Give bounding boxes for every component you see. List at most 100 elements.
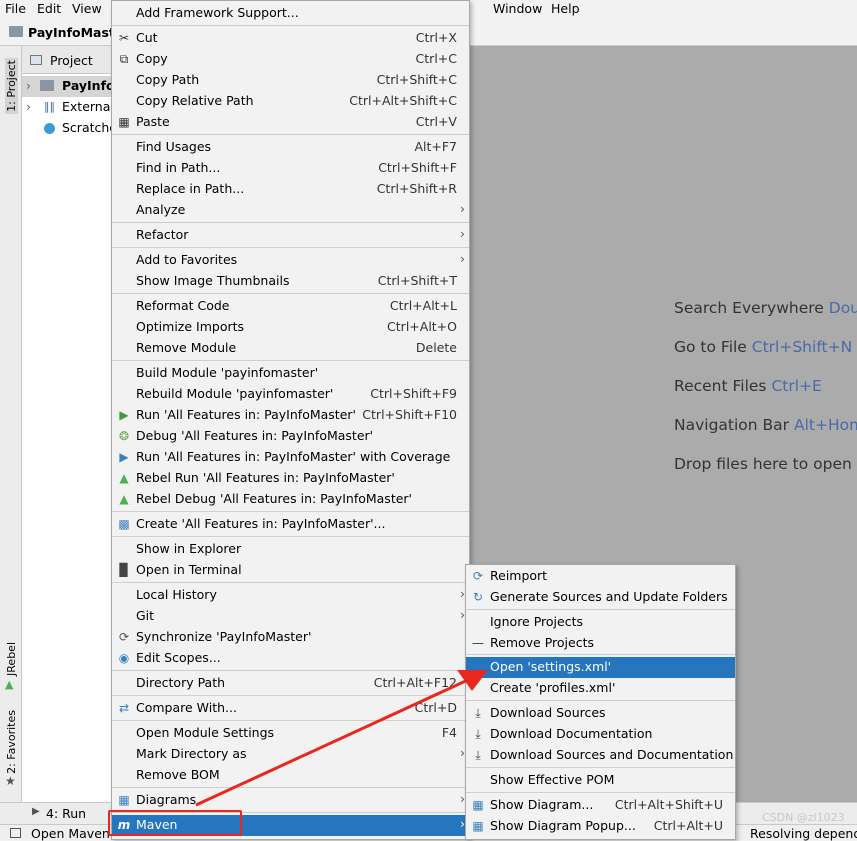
menu-item-shortcut: Ctrl+V xyxy=(415,114,457,129)
menu-item-directory-path[interactable]: Directory Path Ctrl+Alt+F12 xyxy=(112,673,469,694)
menu-item-remove-projects[interactable]: — Remove Projects xyxy=(466,633,735,654)
tab-project[interactable]: 1: Project xyxy=(5,58,18,114)
menu-item-create-all-features-in-payinfomaster[interactable]: ▩ Create 'All Features in: PayInfoMaster'… xyxy=(112,514,469,535)
download-icon: ⤓ xyxy=(475,748,481,762)
status-toggle-icon[interactable] xyxy=(10,828,21,838)
menu-item-shortcut: Ctrl+Alt+Shift+C xyxy=(349,93,457,108)
menu-item-download-sources-and-documentation[interactable]: ⤓ Download Sources and Documentation xyxy=(466,745,735,766)
status-message: Open Maven xyxy=(31,826,110,841)
menu-item-label: Add Framework Support... xyxy=(136,5,299,20)
menu-item-show-diagram-popup[interactable]: ▦ Show Diagram Popup... Ctrl+Alt+U xyxy=(466,816,735,837)
submenu-arrow-icon: › xyxy=(460,201,465,216)
compare-icon: ⇄ xyxy=(118,701,130,715)
tree-item-scratches[interactable]: Scratches and Consoles xyxy=(22,118,112,139)
menu-item-paste[interactable]: ▦ Paste Ctrl+V xyxy=(112,112,469,133)
menu-item-rebel-debug-all-features-in-payinfomaster[interactable]: ▲ Rebel Debug 'All Features in: PayInfoMa… xyxy=(112,489,469,510)
menu-item-shortcut: Ctrl+Shift+F9 xyxy=(370,386,457,401)
menu-item-find-usages[interactable]: Find Usages Alt+F7 xyxy=(112,137,469,158)
menu-item-git[interactable]: Git › xyxy=(112,606,469,627)
menu-item-label: Add to Favorites xyxy=(136,252,238,267)
menu-item-generate-sources-and-update-folders[interactable]: ↻ Generate Sources and Update Folders xyxy=(466,587,735,608)
menu-separator xyxy=(466,792,735,793)
menu-item-open-module-settings[interactable]: Open Module Settings F4 xyxy=(112,723,469,744)
menu-item-label: Rebel Run 'All Features in: PayInfoMaste… xyxy=(136,470,395,485)
menu-item-replace-in-path[interactable]: Replace in Path... Ctrl+Shift+R xyxy=(112,179,469,200)
watermark: CSDN @zl1023 xyxy=(762,811,845,824)
menu-window[interactable]: Window xyxy=(493,1,542,16)
expand-icon[interactable]: › xyxy=(26,78,31,93)
left-tool-strip: 1: Project JRebel ▲ 2: Favorites ★ xyxy=(0,46,22,802)
tree-item-external[interactable]: › ‖‖ External Libraries xyxy=(22,97,112,118)
menu-item-build-module-payinfomaster[interactable]: Build Module 'payinfomaster' xyxy=(112,363,469,384)
menu-item-shortcut: Ctrl+Alt+F12 xyxy=(373,675,457,690)
hint-search-everywhere: Search Everywhere Doubl xyxy=(674,299,857,317)
menu-item-label: Reformat Code xyxy=(136,298,230,313)
menu-item-remove-bom[interactable]: Remove BOM xyxy=(112,765,469,786)
tab-jrebel[interactable]: JRebel xyxy=(5,642,18,676)
tree-item-root[interactable]: › PayInfoMaster xyxy=(22,76,112,97)
menu-item-label: Download Documentation xyxy=(490,726,653,741)
menu-help[interactable]: Help xyxy=(551,1,580,16)
create-config-icon: ▩ xyxy=(118,517,130,531)
menu-file[interactable]: File xyxy=(5,1,26,16)
menu-item-label: Compare With... xyxy=(136,700,237,715)
menu-item-label: Show Diagram Popup... xyxy=(490,818,636,833)
expand-icon[interactable]: › xyxy=(26,99,31,114)
menu-item-rebuild-module-payinfomaster[interactable]: Rebuild Module 'payinfomaster' Ctrl+Shift… xyxy=(112,384,469,405)
menu-item-reimport[interactable]: ⟳ Reimport xyxy=(466,566,735,587)
menu-item-reformat-code[interactable]: Reformat Code Ctrl+Alt+L xyxy=(112,296,469,317)
menu-separator xyxy=(112,247,469,248)
menu-item-ignore-projects[interactable]: Ignore Projects xyxy=(466,612,735,633)
menu-item-open-settings-xml[interactable]: Open 'settings.xml' xyxy=(466,657,735,678)
menu-item-label: Debug 'All Features in: PayInfoMaster' xyxy=(136,428,374,443)
menu-item-copy[interactable]: ⧉ Copy Ctrl+C xyxy=(112,49,469,70)
menu-item-show-effective-pom[interactable]: Show Effective POM xyxy=(466,770,735,791)
menu-item-label: Find Usages xyxy=(136,139,212,154)
menu-item-mark-directory-as[interactable]: Mark Directory as › xyxy=(112,744,469,765)
menu-item-refactor[interactable]: Refactor › xyxy=(112,225,469,246)
menu-view[interactable]: View xyxy=(72,1,102,16)
menu-item-analyze[interactable]: Analyze › xyxy=(112,200,469,221)
menu-item-diagrams[interactable]: ▦ Diagrams › xyxy=(112,790,469,811)
menu-item-shortcut: Ctrl+Shift+C xyxy=(376,72,457,87)
menu-item-cut[interactable]: ✂ Cut Ctrl+X xyxy=(112,28,469,49)
menu-item-remove-module[interactable]: Remove Module Delete xyxy=(112,338,469,359)
menu-item-run-all-features-in-payinfomaster[interactable]: ▶ Run 'All Features in: PayInfoMaster' Ctr… xyxy=(112,405,469,426)
menu-item-label: Copy Path xyxy=(136,72,200,87)
submenu-arrow-icon: › xyxy=(460,251,465,266)
menu-item-debug-all-features-in-payinfomaster[interactable]: ❂ Debug 'All Features in: PayInfoMaster' xyxy=(112,426,469,447)
menu-item-download-sources[interactable]: ⤓ Download Sources xyxy=(466,703,735,724)
menu-separator xyxy=(112,695,469,696)
tab-favorites[interactable]: 2: Favorites xyxy=(5,710,18,774)
menu-item-add-framework-support[interactable]: Add Framework Support... xyxy=(112,3,469,24)
menu-item-run-all-features-in-payinfomaster-with-coverage[interactable]: ▶ Run 'All Features in: PayInfoMaster' wi… xyxy=(112,447,469,468)
menu-item-show-in-explorer[interactable]: Show in Explorer xyxy=(112,539,469,560)
menu-item-find-in-path[interactable]: Find in Path... Ctrl+Shift+F xyxy=(112,158,469,179)
jrebel-icon: ▲ xyxy=(5,678,14,691)
menu-item-compare-with[interactable]: ⇄ Compare With... Ctrl+D xyxy=(112,698,469,719)
menu-item-rebel-run-all-features-in-payinfomaster[interactable]: ▲ Rebel Run 'All Features in: PayInfoMast… xyxy=(112,468,469,489)
menu-item-optimize-imports[interactable]: Optimize Imports Ctrl+Alt+O xyxy=(112,317,469,338)
terminal-icon: ▉ xyxy=(119,563,129,577)
menu-item-show-image-thumbnails[interactable]: Show Image Thumbnails Ctrl+Shift+T xyxy=(112,271,469,292)
menu-item-open-in-terminal[interactable]: ▉ Open in Terminal xyxy=(112,560,469,581)
menu-item-edit-scopes[interactable]: ◉ Edit Scopes... xyxy=(112,648,469,669)
hint-recent-files: Recent Files Ctrl+E xyxy=(674,377,822,395)
menu-item-local-history[interactable]: Local History › xyxy=(112,585,469,606)
tab-run[interactable]: 4: Run xyxy=(46,806,86,821)
menu-separator xyxy=(112,25,469,26)
menu-item-create-profiles-xml[interactable]: Create 'profiles.xml' xyxy=(466,678,735,699)
menu-item-label: Ignore Projects xyxy=(490,614,583,629)
menu-item-label: Directory Path xyxy=(136,675,226,690)
menu-item-add-to-favorites[interactable]: Add to Favorites › xyxy=(112,250,469,271)
menu-item-shortcut: Ctrl+X xyxy=(415,30,457,45)
project-panel: Project › PayInfoMaster › ‖‖ External Li… xyxy=(22,46,112,802)
menu-item-copy-relative-path[interactable]: Copy Relative Path Ctrl+Alt+Shift+C xyxy=(112,91,469,112)
project-view-selector[interactable]: Project xyxy=(50,53,93,68)
menu-item-copy-path[interactable]: Copy Path Ctrl+Shift+C xyxy=(112,70,469,91)
menu-item-download-documentation[interactable]: ⤓ Download Documentation xyxy=(466,724,735,745)
menu-item-show-diagram[interactable]: ▦ Show Diagram... Ctrl+Alt+Shift+U xyxy=(466,795,735,816)
menu-item-label: Generate Sources and Update Folders xyxy=(490,589,728,604)
menu-edit[interactable]: Edit xyxy=(37,1,61,16)
menu-item-synchronize-payinfomaster[interactable]: ⟳ Synchronize 'PayInfoMaster' xyxy=(112,627,469,648)
